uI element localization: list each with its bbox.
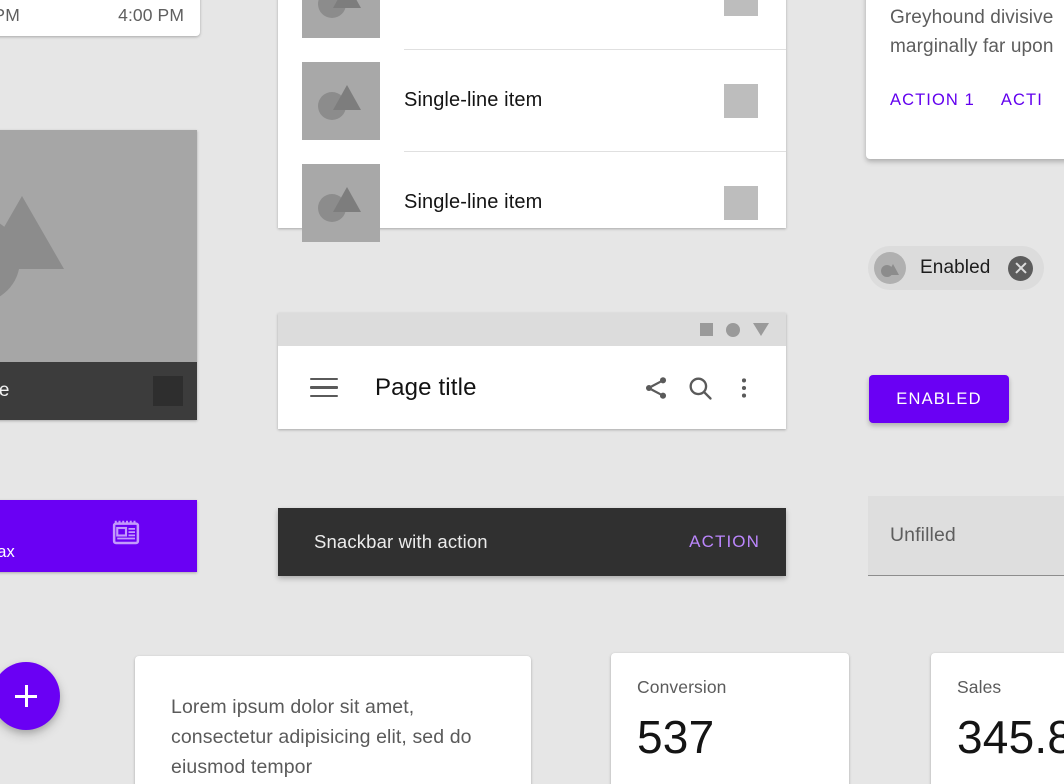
text-field-placeholder: Unfilled: [890, 524, 956, 547]
square-icon[interactable]: [724, 186, 758, 220]
single-line-list-card: Single-line item Single-line item: [278, 0, 786, 228]
square-action-icon[interactable]: [153, 376, 183, 406]
filled-text-field-unfilled[interactable]: Unfilled: [868, 496, 1064, 576]
dialog-actions: ACTION 1 ACTI: [890, 91, 1064, 110]
input-chip-enabled[interactable]: Enabled: [868, 246, 1044, 290]
media-card-footer: Title here: [0, 362, 197, 420]
material-components-showcase: 2:00 PM 4:00 PM Title here ree Max: [0, 0, 1064, 784]
triangle-down-icon[interactable]: [753, 323, 769, 336]
share-icon[interactable]: [634, 366, 678, 410]
circle-triangle-placeholder-icon: [874, 252, 906, 284]
circle-triangle-placeholder-icon: [302, 0, 380, 38]
app-bar-window: Page title: [278, 313, 786, 429]
stat-card-title: Sales: [957, 677, 1064, 698]
enabled-contained-button[interactable]: ENABLED: [869, 375, 1009, 423]
dialog-body-text: Greyhound divisive marginally far upon: [890, 4, 1064, 61]
enabled-button-label: ENABLED: [896, 390, 981, 409]
media-card-image: [0, 130, 197, 362]
circle-triangle-placeholder-icon: [302, 62, 380, 140]
hamburger-menu-icon[interactable]: [302, 366, 346, 410]
list-item[interactable]: Single-line item: [278, 152, 786, 253]
list-item-label: Single-line item: [380, 191, 724, 214]
lorem-text-card: Lorem ipsum dolor sit amet, consectetur …: [135, 656, 531, 784]
media-card[interactable]: Title here: [0, 130, 197, 420]
square-icon[interactable]: [724, 84, 758, 118]
circle-triangle-placeholder-icon: [0, 193, 84, 303]
search-icon[interactable]: [678, 366, 722, 410]
snackbar-message: Snackbar with action: [314, 531, 689, 553]
time-picker-end-label[interactable]: 4:00 PM: [118, 5, 184, 26]
circle-triangle-placeholder-icon: [302, 164, 380, 242]
stat-card-value: 345.8: [957, 710, 1064, 764]
bottom-nav-item-1[interactable]: [56, 500, 198, 572]
bottom-nav-label-0: ree Max: [0, 543, 15, 562]
overflow-menu-icon[interactable]: [722, 366, 766, 410]
dialog-action-1-button[interactable]: ACTION 1: [890, 91, 975, 110]
bottom-navigation-bar[interactable]: ree Max: [0, 500, 197, 572]
page-title: Page title: [375, 374, 634, 402]
snackbar: Snackbar with action ACTION: [278, 508, 786, 576]
snackbar-action-button[interactable]: ACTION: [689, 532, 760, 552]
square-icon[interactable]: [700, 323, 713, 336]
list-item[interactable]: [278, 0, 786, 49]
stat-card-title: Conversion: [637, 677, 849, 698]
lorem-text: Lorem ipsum dolor sit amet, consectetur …: [171, 692, 497, 783]
chip-label: Enabled: [906, 257, 1008, 279]
close-circle-icon[interactable]: [1008, 256, 1033, 281]
stat-card-sales: Sales 345.8: [931, 653, 1064, 784]
floating-action-button[interactable]: [0, 662, 60, 730]
plus-icon: [15, 685, 37, 707]
time-range-picker[interactable]: 2:00 PM 4:00 PM: [0, 0, 200, 36]
top-app-bar: Page title: [278, 346, 786, 429]
dialog-card: Greyhound divisive marginally far upon A…: [866, 0, 1064, 159]
newspaper-icon: [111, 518, 141, 548]
square-icon[interactable]: [724, 0, 758, 16]
time-picker-start-label[interactable]: 2:00 PM: [0, 5, 20, 26]
stat-card-value: 537: [637, 710, 849, 764]
dialog-action-2-button[interactable]: ACTI: [1001, 91, 1043, 110]
list-item[interactable]: Single-line item: [278, 50, 786, 151]
circle-icon[interactable]: [726, 323, 740, 337]
window-controls-bar: [278, 313, 786, 346]
media-card-title: Title here: [0, 380, 10, 402]
list-item-label: Single-line item: [380, 89, 724, 112]
stat-card-conversion: Conversion 537: [611, 653, 849, 784]
bottom-nav-item-0[interactable]: ree Max: [0, 500, 56, 572]
